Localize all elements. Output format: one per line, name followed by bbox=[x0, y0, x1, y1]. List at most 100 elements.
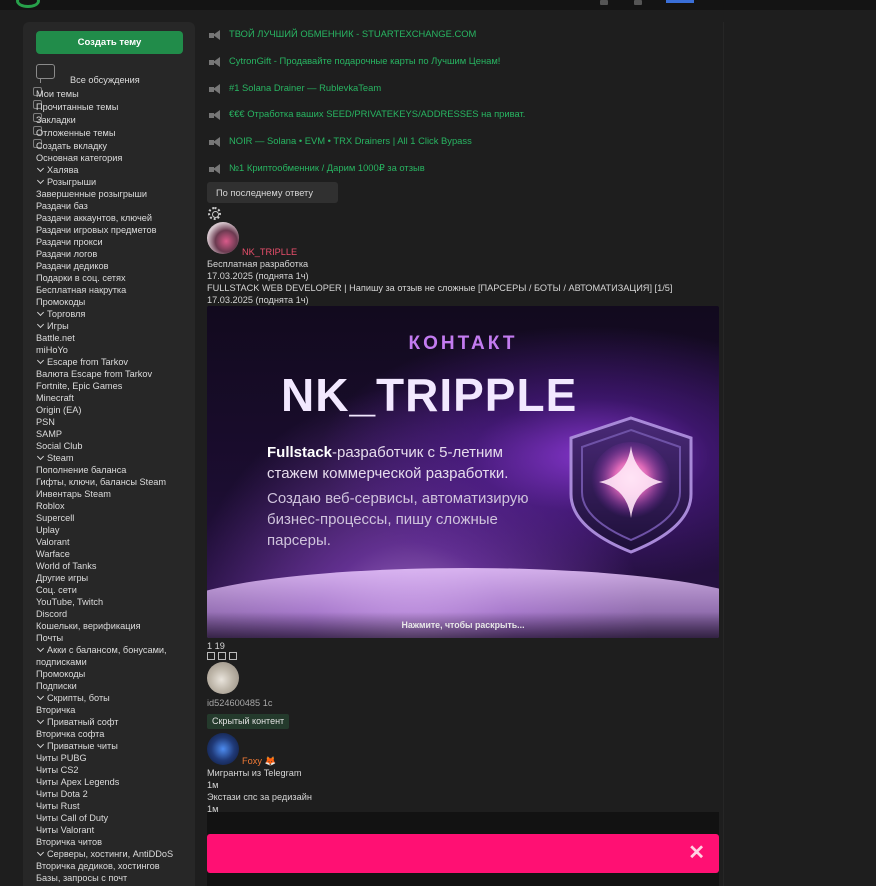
sidebar-nav-item[interactable]: Отложенные темы bbox=[36, 127, 115, 139]
sidebar-item[interactable]: Origin (EA) bbox=[36, 404, 81, 416]
sidebar-item[interactable]: Вторичка дедиков, хостингов bbox=[36, 860, 160, 872]
thread-author[interactable]: NK_TRIPLLE bbox=[242, 246, 297, 258]
sidebar-item[interactable]: Вторичка софта bbox=[36, 728, 104, 740]
ad-link[interactable]: №1 Криптообменник / Дарим 1000₽ за отзыв bbox=[229, 162, 425, 174]
chevron-down-icon[interactable] bbox=[36, 848, 45, 857]
messages-icon[interactable] bbox=[600, 0, 608, 5]
chevron-down-icon[interactable] bbox=[36, 356, 45, 365]
sort-button[interactable]: По последнему ответу bbox=[207, 182, 338, 203]
ad-link[interactable]: #1 Solana Drainer — RublevkaTeam bbox=[229, 82, 381, 94]
avatar[interactable] bbox=[207, 733, 239, 765]
popup-banner[interactable]: ✕ bbox=[207, 834, 719, 873]
sidebar-item[interactable]: YouTube, Twitch bbox=[36, 596, 103, 608]
ad-link[interactable]: €€€ Отработка ваших SEED/PRIVATEKEYS/ADD… bbox=[229, 108, 525, 120]
sidebar-nav-item[interactable]: Все обсуждения bbox=[70, 74, 140, 86]
sidebar-item[interactable]: Другие игры bbox=[36, 572, 88, 584]
sidebar-item[interactable]: Valorant bbox=[36, 536, 70, 548]
sidebar-item[interactable]: Social Club bbox=[36, 440, 82, 452]
sidebar-item[interactable]: Подарки в соц. сетях bbox=[36, 272, 126, 284]
thread-title[interactable]: Мигранты из Telegram bbox=[207, 767, 301, 779]
ad-link[interactable]: NOIR — Solana • EVM • TRX Drainers | All… bbox=[229, 135, 472, 147]
thread-author[interactable]: Foxy 🦊 bbox=[242, 755, 276, 767]
sidebar-item[interactable]: Бесплатная накрутка bbox=[36, 284, 126, 296]
chevron-down-icon[interactable] bbox=[36, 692, 45, 701]
sidebar-nav-item[interactable]: Закладки bbox=[36, 114, 76, 126]
megaphone-icon[interactable] bbox=[229, 652, 237, 660]
sidebar-item[interactable]: подписками bbox=[36, 656, 87, 668]
sidebar-item[interactable]: Читы Apex Legends bbox=[36, 776, 119, 788]
sidebar-nav-item[interactable]: Создать вкладку bbox=[36, 140, 107, 152]
sidebar-item[interactable]: Supercell bbox=[36, 512, 74, 524]
sidebar-item[interactable]: Соц. сети bbox=[36, 584, 77, 596]
reply-user-id[interactable]: id524600485 bbox=[207, 698, 260, 708]
sidebar-item[interactable]: Вторичка читов bbox=[36, 836, 102, 848]
thread-title[interactable]: FULLSTACK WEB DEVELOPER | Напишу за отзы… bbox=[207, 282, 672, 294]
sidebar-item[interactable]: Escape from Tarkov bbox=[36, 356, 128, 368]
thread-subtitle[interactable]: Экстази спс за редизайн bbox=[207, 791, 312, 803]
sidebar-item[interactable]: Раздачи игровых предметов bbox=[36, 224, 156, 236]
sidebar-item[interactable]: Завершенные розыгрыши bbox=[36, 188, 147, 200]
sidebar-item[interactable]: Minecraft bbox=[36, 392, 74, 404]
ad-link[interactable]: ТВОЙ ЛУЧШИЙ ОБМЕННИК - STUARTEXCHANGE.CO… bbox=[229, 28, 476, 40]
sidebar-item[interactable]: Почты bbox=[36, 632, 63, 644]
close-icon[interactable]: ✕ bbox=[688, 842, 705, 864]
chevron-down-icon[interactable] bbox=[36, 164, 45, 173]
sidebar-item[interactable]: Халява bbox=[36, 164, 78, 176]
sidebar-item[interactable]: Раздачи аккаунтов, ключей bbox=[36, 212, 152, 224]
balance-indicator[interactable] bbox=[666, 0, 694, 3]
sidebar-nav-item[interactable]: Прочитанные темы bbox=[36, 101, 118, 113]
scrollbar[interactable] bbox=[723, 22, 724, 886]
sidebar-item[interactable]: World of Tanks bbox=[36, 560, 96, 572]
sidebar-item[interactable]: Скрипты, боты bbox=[36, 692, 110, 704]
sidebar-item[interactable]: Валюта Escape from Tarkov bbox=[36, 368, 152, 380]
sidebar-item[interactable]: Читы PUBG bbox=[36, 752, 87, 764]
sidebar-item[interactable]: Игры bbox=[36, 320, 69, 332]
chevron-down-icon[interactable] bbox=[36, 320, 45, 329]
sidebar-item[interactable]: Раздачи дедиков bbox=[36, 260, 108, 272]
sidebar-item[interactable]: Читы Dota 2 bbox=[36, 788, 88, 800]
sidebar-item[interactable]: Промокоды bbox=[36, 296, 85, 308]
chevron-down-icon[interactable] bbox=[36, 740, 45, 749]
avatar[interactable] bbox=[207, 662, 239, 694]
sidebar-item[interactable]: Steam bbox=[36, 452, 74, 464]
sidebar-item[interactable]: Battle.net bbox=[36, 332, 75, 344]
hide-icon[interactable] bbox=[218, 652, 226, 660]
thread-category[interactable]: Бесплатная разработка bbox=[207, 258, 308, 270]
sidebar-item[interactable]: Читы CS2 bbox=[36, 764, 79, 776]
sidebar-item[interactable]: Roblox bbox=[36, 500, 65, 512]
sidebar-item[interactable]: Раздачи баз bbox=[36, 200, 88, 212]
sidebar-item[interactable]: Розыгрыши bbox=[36, 176, 96, 188]
sidebar-item[interactable]: SAMP bbox=[36, 428, 62, 440]
sidebar-item[interactable]: Пополнение баланса bbox=[36, 464, 126, 476]
sidebar-item[interactable]: Инвентарь Steam bbox=[36, 488, 111, 500]
sidebar-item[interactable]: Discord bbox=[36, 608, 67, 620]
sidebar-item[interactable]: Читы Valorant bbox=[36, 824, 94, 836]
sidebar-item[interactable]: Читы Call of Duty bbox=[36, 812, 108, 824]
sidebar-item[interactable]: Приватный софт bbox=[36, 716, 118, 728]
chevron-down-icon[interactable] bbox=[36, 716, 45, 725]
chevron-down-icon[interactable] bbox=[36, 308, 45, 317]
sidebar-item[interactable]: Fortnite, Epic Games bbox=[36, 380, 122, 392]
bookmark-icon[interactable] bbox=[207, 652, 215, 660]
sidebar-item[interactable]: Акки с балансом, бонусами, bbox=[36, 644, 167, 656]
sidebar-item[interactable]: Раздачи логов bbox=[36, 248, 97, 260]
notifications-icon[interactable] bbox=[634, 0, 642, 5]
sidebar-item[interactable]: Кошельки, верификация bbox=[36, 620, 141, 632]
sidebar-item[interactable]: Основная категория bbox=[36, 152, 122, 164]
chevron-down-icon[interactable] bbox=[36, 452, 45, 461]
gear-icon[interactable] bbox=[208, 207, 221, 220]
avatar[interactable] bbox=[207, 222, 239, 254]
create-thread-button[interactable]: Создать тему bbox=[36, 31, 183, 54]
sidebar-item[interactable]: Подписки bbox=[36, 680, 77, 692]
sidebar-item[interactable]: Warface bbox=[36, 548, 70, 560]
sidebar-item[interactable]: Промокоды bbox=[36, 668, 85, 680]
sidebar-nav-item[interactable]: Мои темы bbox=[36, 88, 79, 100]
sidebar-item[interactable]: Вторичка bbox=[36, 704, 75, 716]
sidebar-item[interactable]: Гифты, ключи, балансы Steam bbox=[36, 476, 166, 488]
sidebar-item[interactable]: Читы Rust bbox=[36, 800, 80, 812]
sidebar-item[interactable]: PSN bbox=[36, 416, 55, 428]
ad-link[interactable]: CytronGift - Продавайте подарочные карты… bbox=[229, 55, 500, 67]
sidebar-item[interactable]: Базы, запросы с почт bbox=[36, 872, 127, 884]
sidebar-item[interactable]: Uplay bbox=[36, 524, 60, 536]
site-logo[interactable] bbox=[16, 0, 40, 8]
